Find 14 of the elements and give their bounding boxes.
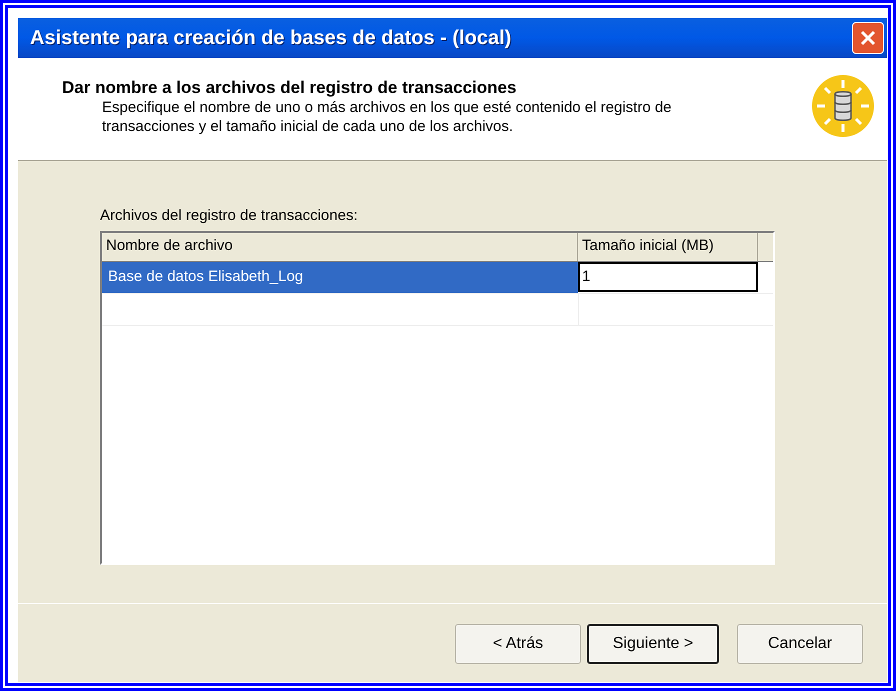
column-header[interactable]: Tamaño inicial (MB) (578, 232, 758, 260)
header-description: Especifique el nombre de uno o más archivos en los que esté contenido el registro de transacciones y el tamaño inicial de cada uno de los archivos. (101, 98, 673, 136)
window-title: Asistente para creación de bases de datos - (local) (30, 26, 512, 51)
wizard-button[interactable]: < Atrás (455, 624, 581, 664)
close-button[interactable] (852, 22, 884, 54)
size-input-field[interactable]: 1 (578, 262, 758, 292)
header-title: Dar nombre a los archivos del registro de transacciones (62, 78, 518, 98)
table-cell: Base de datos Elisabeth_Log (102, 262, 578, 292)
database-icon (811, 74, 875, 138)
close-icon (859, 29, 877, 47)
column-header[interactable]: Nombre de archivo (102, 232, 578, 260)
wizard-button[interactable]: Cancelar (737, 624, 863, 664)
list-label: Archivos del registro de transacciones: (100, 206, 359, 226)
wizard-button[interactable]: Siguiente > (587, 624, 719, 664)
